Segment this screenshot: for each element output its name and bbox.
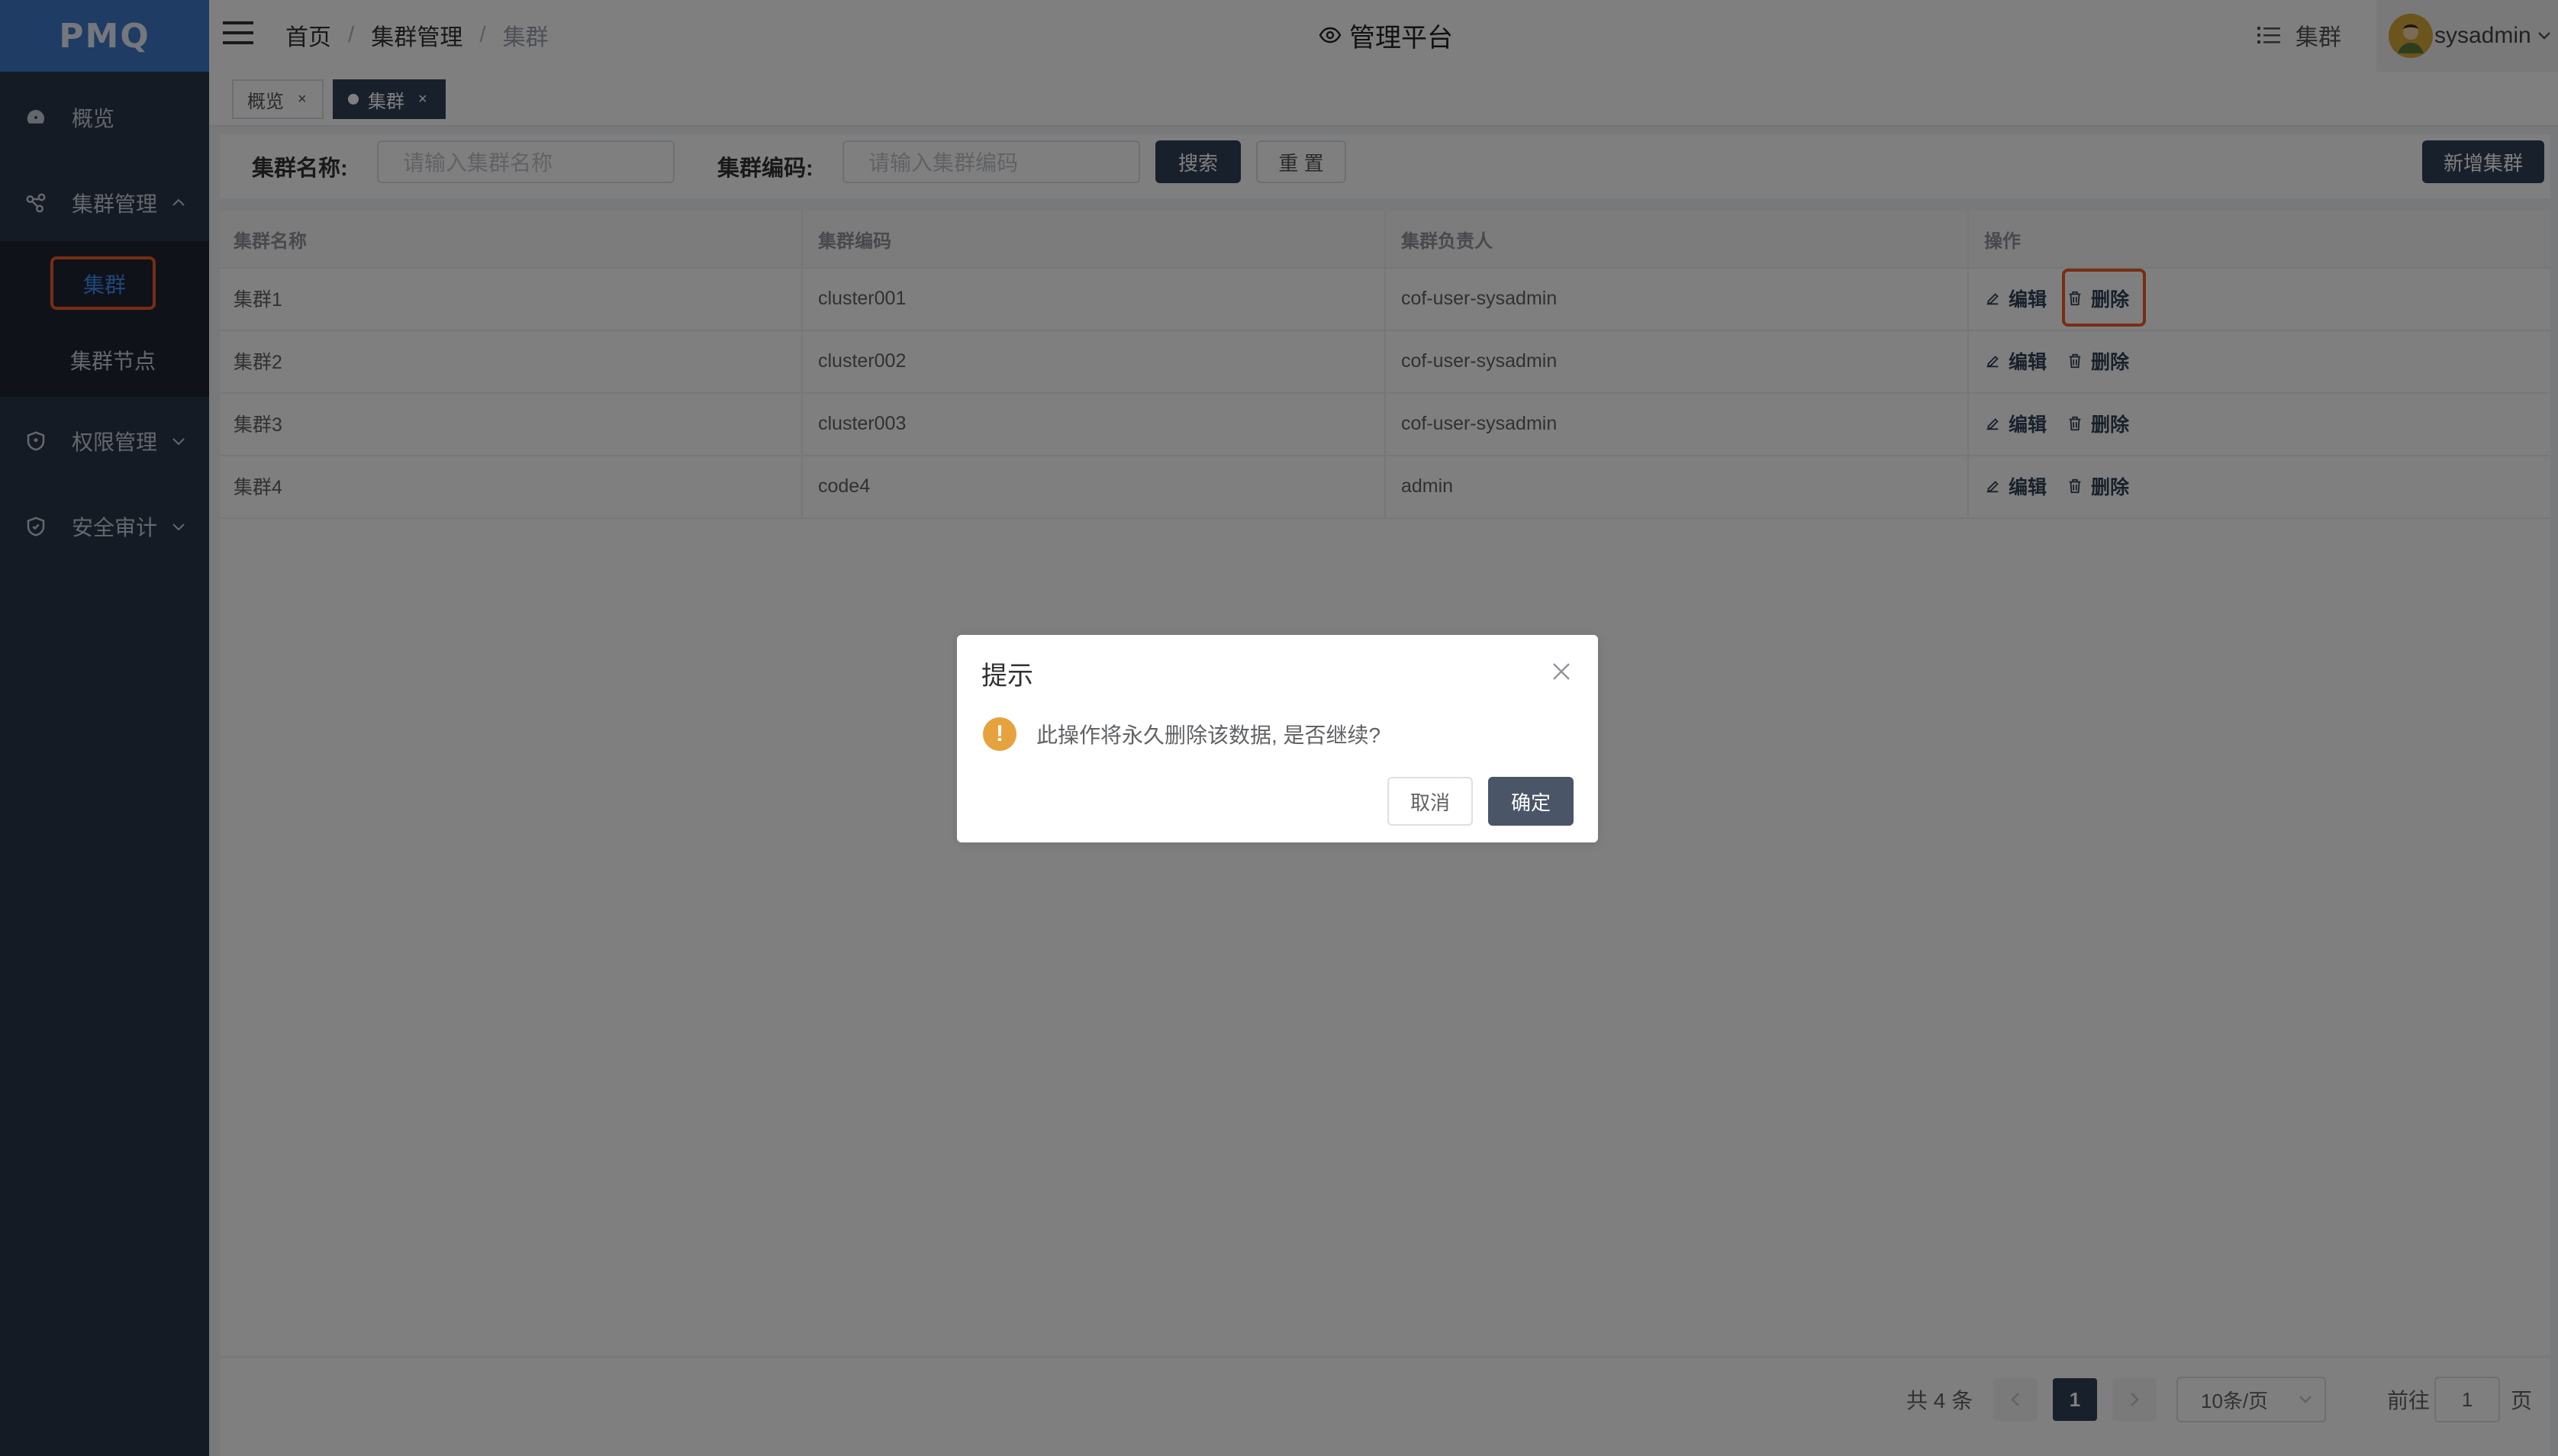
dialog-message: 此操作将永久删除该数据, 是否继续?	[1036, 723, 1381, 747]
cancel-button[interactable]: 取消	[1387, 777, 1473, 826]
dialog-title: 提示	[981, 661, 1033, 691]
close-icon[interactable]	[1551, 661, 1572, 682]
warning-icon: !	[983, 717, 1016, 751]
confirm-button[interactable]: 确定	[1488, 777, 1574, 826]
